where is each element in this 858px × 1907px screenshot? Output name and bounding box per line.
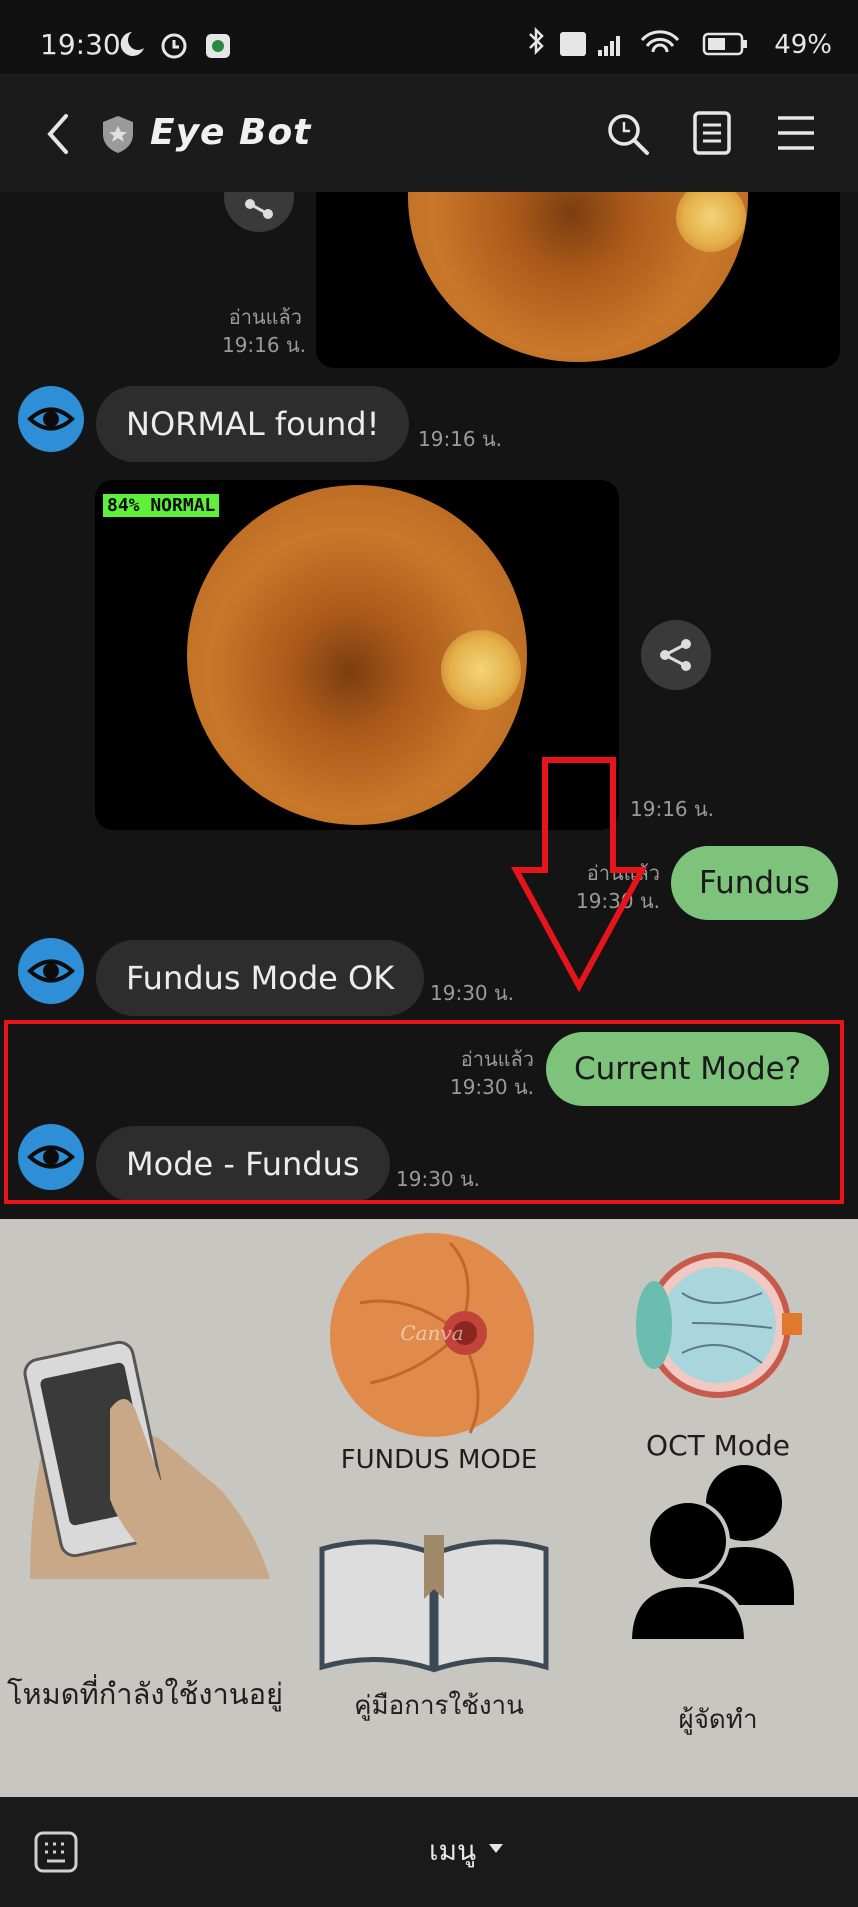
eye-icon bbox=[27, 959, 75, 983]
message-time: 19:16 น. bbox=[418, 427, 503, 451]
menu-current-mode[interactable]: โหมดที่กำลังใช้งานอยู่ bbox=[0, 1219, 310, 1797]
menu-creators[interactable]: ผู้จัดทำ bbox=[578, 1465, 858, 1797]
status-left-icons bbox=[120, 32, 230, 59]
hamburger-icon[interactable] bbox=[776, 114, 816, 152]
signal-icon bbox=[598, 36, 620, 56]
menu-label: คู่มือการใช้งาน bbox=[354, 1691, 524, 1721]
back-icon[interactable] bbox=[40, 110, 76, 158]
chat-title: Eye Bot bbox=[150, 112, 312, 153]
eye-anatomy-icon bbox=[636, 1252, 802, 1398]
highlight-box bbox=[4, 1020, 844, 1204]
bot-avatar[interactable] bbox=[18, 386, 84, 452]
shield-icon bbox=[103, 116, 133, 153]
eye-icon bbox=[27, 407, 75, 431]
caret-down-icon bbox=[489, 1844, 503, 1853]
menu-oct-mode[interactable]: OCT Mode bbox=[578, 1219, 858, 1489]
share-button[interactable] bbox=[641, 620, 711, 690]
volte-icon bbox=[560, 32, 586, 56]
message-time: 19:30 น. bbox=[430, 981, 515, 1005]
status-bar: 19:30 49% bbox=[0, 0, 858, 74]
message-bubble[interactable]: NORMAL found! bbox=[96, 386, 410, 462]
chat-area[interactable]: อ่านแล้ว 19:16 น. NORMAL found! 19:16 น.… bbox=[0, 192, 858, 1219]
battery-icon bbox=[702, 32, 747, 56]
bottom-bar: เมนู bbox=[0, 1797, 858, 1907]
keyboard-icon[interactable] bbox=[34, 1831, 78, 1873]
hand-phone-icon bbox=[23, 1340, 270, 1579]
status-right-icons bbox=[529, 26, 747, 56]
share-icon bbox=[660, 639, 691, 671]
bluetooth-icon bbox=[529, 26, 544, 56]
notes-icon[interactable] bbox=[692, 110, 732, 156]
chat-header: Eye Bot bbox=[0, 74, 858, 192]
fundus-illustration: Canva bbox=[330, 1233, 534, 1437]
arrow-down-annotation bbox=[510, 757, 648, 992]
menu-label: FUNDUS MODE bbox=[340, 1445, 538, 1475]
optic-disc bbox=[441, 630, 521, 710]
menu-manual[interactable]: คู่มือการใช้งาน bbox=[300, 1489, 578, 1797]
menu-toggle[interactable]: เมนู bbox=[380, 1825, 520, 1875]
message-bubble[interactable]: Fundus bbox=[671, 846, 838, 920]
read-receipt: อ่านแล้ว bbox=[228, 305, 302, 329]
share-button[interactable] bbox=[224, 192, 294, 232]
moon-icon bbox=[120, 32, 144, 56]
menu-toggle-label: เมนู bbox=[429, 1834, 477, 1867]
wifi-icon bbox=[640, 30, 680, 53]
prediction-label: 84% NORMAL bbox=[103, 494, 220, 517]
status-time: 19:30 bbox=[40, 28, 121, 61]
open-book-icon bbox=[319, 1535, 549, 1673]
menu-label: ผู้จัดทำ bbox=[678, 1705, 758, 1735]
alarm-icon bbox=[161, 33, 187, 59]
menu-fundus-mode[interactable]: Canva FUNDUS MODE bbox=[300, 1219, 578, 1489]
share-icon bbox=[245, 199, 273, 219]
menu-label: โหมดที่กำลังใช้งานอยู่ bbox=[6, 1677, 284, 1711]
search-icon[interactable] bbox=[606, 112, 650, 156]
message-time: 19:16 น. bbox=[221, 333, 306, 357]
message-bubble[interactable]: Fundus Mode OK bbox=[96, 940, 425, 1016]
battery-percent: 49% bbox=[774, 30, 832, 60]
image-message[interactable] bbox=[316, 192, 840, 368]
rich-menu: โหมดที่กำลังใช้งานอยู่ Canva FUNDUS MODE… bbox=[0, 1219, 858, 1797]
bot-avatar[interactable] bbox=[18, 938, 84, 1004]
people-icon bbox=[628, 1465, 794, 1643]
watermark: Canva bbox=[400, 1321, 464, 1345]
